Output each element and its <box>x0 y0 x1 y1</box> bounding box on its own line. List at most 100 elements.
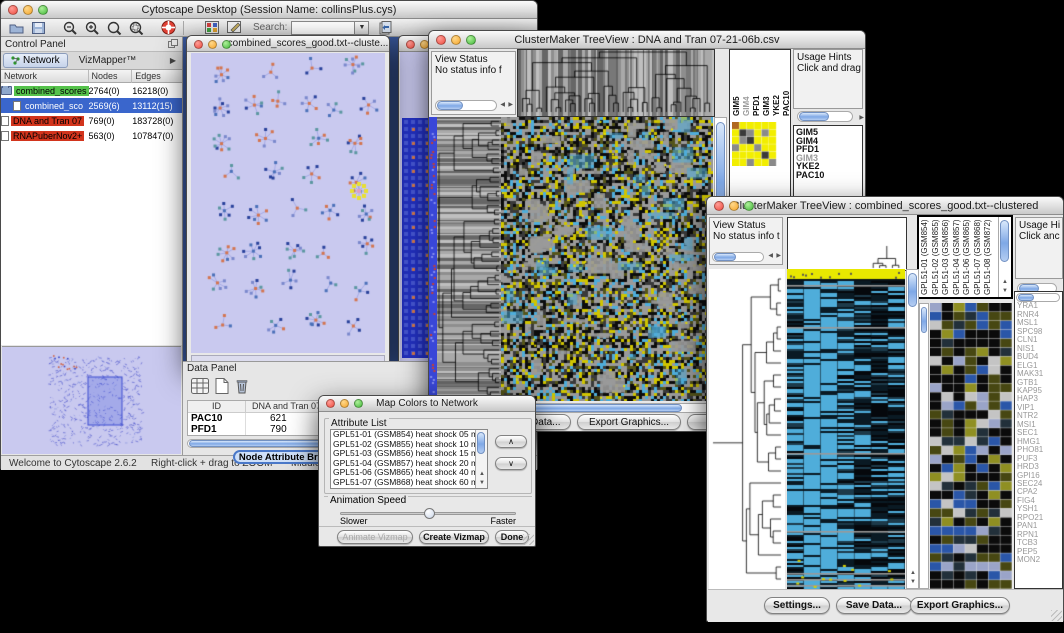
close-button[interactable] <box>714 201 724 211</box>
birds-eye-canvas[interactable] <box>2 347 181 454</box>
slider-thumb[interactable] <box>424 508 435 519</box>
network1-titlebar[interactable]: combined_scores_good.txt--cluste... <box>187 36 389 52</box>
cytoscape-titlebar[interactable]: Cytoscape Desktop (Session Name: collins… <box>1 1 537 19</box>
tab-network[interactable]: Network <box>3 53 68 68</box>
zoom-out-icon[interactable] <box>59 19 81 37</box>
resize-grip[interactable] <box>523 534 534 545</box>
create-vizmap-button[interactable]: Create Vizmap <box>419 530 489 544</box>
help-ring-icon[interactable] <box>157 19 179 37</box>
tv2-save-data-button[interactable]: Save Data... <box>836 597 912 614</box>
zoom-button[interactable] <box>354 399 363 408</box>
tv2-zoom-heatmap[interactable] <box>930 303 1012 589</box>
gene-list-hscrollbar[interactable] <box>1016 293 1060 302</box>
zoom-button[interactable] <box>744 201 754 211</box>
tv1-column-label[interactable]: PFD1 <box>752 50 762 116</box>
import-icon[interactable] <box>375 19 397 37</box>
tab-overflow-arrow[interactable]: ▶ <box>170 56 180 65</box>
resize-grip[interactable] <box>1051 610 1062 621</box>
tv2-status-scrollbar[interactable] <box>712 252 764 262</box>
tv1-row-label[interactable]: PAC10 <box>796 171 862 180</box>
tv1-usage-scrollbar[interactable]: ▶ <box>797 111 853 122</box>
zoom-button[interactable] <box>38 5 48 15</box>
treeview1-titlebar[interactable]: ClusterMaker TreeView : DNA and Tran 07-… <box>429 31 865 49</box>
tab-vizmapper[interactable]: VizMapper™ <box>72 54 144 67</box>
close-button[interactable] <box>406 40 415 49</box>
tv2-labels-vscrollbar[interactable]: ▲ ▼ <box>998 217 1011 297</box>
zoom-button[interactable] <box>466 35 476 45</box>
network-table-row[interactable]: combined_scores 2764(0) 16218(0) <box>1 83 182 98</box>
gene-label[interactable]: MON2 <box>1017 556 1062 564</box>
tv2-row-dendrogram[interactable] <box>709 269 785 589</box>
tv1-row-dendrogram[interactable] <box>437 117 501 401</box>
zoom-in-icon[interactable] <box>81 19 103 37</box>
close-button[interactable] <box>194 40 203 49</box>
new-attribute-icon[interactable] <box>215 378 229 399</box>
tv1-mini-heatmap[interactable] <box>732 122 777 166</box>
tv2-column-label[interactable]: GPL51-01 (GSM854) <box>920 217 931 295</box>
tv2-column-label[interactable]: GPL51-07 (GSM868) <box>973 217 984 295</box>
tv2-export-graphics-button[interactable]: Export Graphics... <box>910 597 1010 614</box>
network-table-row[interactable]: DNA and Tran 07 769(0) 183728(0) <box>1 113 182 128</box>
tv2-heatmap[interactable] <box>787 269 905 589</box>
network-table-row[interactable]: combined_sco 2569(6) 13112(15) <box>1 98 182 113</box>
id-column-header[interactable]: ID <box>188 401 246 412</box>
attribute-list-item[interactable]: GPL51-07 (GSM868) heat shock 60 min <box>331 478 487 488</box>
zoom-fit-icon[interactable] <box>103 19 125 37</box>
minimize-button[interactable] <box>23 5 33 15</box>
move-down-button[interactable]: ∨ <box>495 457 527 470</box>
tv2-column-dendrogram[interactable] <box>787 217 907 271</box>
close-button[interactable] <box>326 399 335 408</box>
open-folder-icon[interactable] <box>5 19 27 37</box>
tv2-column-label[interactable]: GPL51-06 (GSM865) <box>962 217 973 295</box>
view-status-scrollbar[interactable] <box>435 100 497 111</box>
animate-vizmap-button[interactable]: Animate Vizmap <box>337 530 413 544</box>
tv2-column-label[interactable]: GPL51-03 (GSM856) <box>941 217 952 295</box>
scroll-right-arrow[interactable]: ▶ <box>859 113 864 123</box>
zoom-region-icon[interactable] <box>125 19 147 37</box>
attribute-table-icon[interactable] <box>191 378 209 399</box>
birds-eye-view[interactable] <box>2 346 181 454</box>
move-up-button[interactable]: ∧ <box>495 435 527 448</box>
tv1-column-label[interactable]: GIM3 <box>762 50 772 116</box>
tv1-column-label[interactable]: PAC10 <box>782 50 792 116</box>
network-table-row[interactable]: RNAPuberNov2+ 563(0) 107847(0) <box>1 128 182 143</box>
network-canvas[interactable] <box>191 53 385 353</box>
tv2-vscrollbar[interactable]: ▲ ▼ <box>906 269 919 589</box>
search-dropdown-button[interactable]: ▼ <box>355 21 369 35</box>
tv1-column-label[interactable]: GIM4 <box>742 50 752 116</box>
scroll-down-arrow[interactable]: ▼ <box>910 577 916 587</box>
minimize-button[interactable] <box>729 201 739 211</box>
minimize-button[interactable] <box>208 40 217 49</box>
close-button[interactable] <box>436 35 446 45</box>
vizmapper-icon[interactable] <box>201 19 223 37</box>
float-panel-icon[interactable] <box>168 35 178 53</box>
scroll-right-arrow[interactable]: ▶ <box>776 251 781 261</box>
annotation-icon[interactable] <box>223 19 245 37</box>
save-icon[interactable] <box>27 19 49 37</box>
scroll-down-arrow[interactable]: ▼ <box>479 478 485 488</box>
tv1-heatmap[interactable] <box>501 117 713 401</box>
close-button[interactable] <box>8 5 18 15</box>
tv1-export-graphics-button[interactable]: Export Graphics... <box>577 414 681 430</box>
tv2-column-label[interactable]: GPL51-08 (GSM872) <box>983 217 994 295</box>
tv1-column-dendrogram[interactable] <box>517 49 715 117</box>
delete-attribute-icon[interactable] <box>235 378 249 399</box>
scroll-left-arrow[interactable]: ◀ <box>500 100 505 110</box>
zoom-button[interactable] <box>222 40 231 49</box>
minimize-button[interactable] <box>340 399 349 408</box>
tv2-column-label[interactable]: GPL51-04 (GSM857) <box>952 217 963 295</box>
treeview2-titlebar[interactable]: ClusterMaker TreeView : combined_scores_… <box>707 197 1063 215</box>
attribute-list-scrollbar[interactable]: ▲ ▼ <box>475 430 487 488</box>
tv1-column-label[interactable]: GIM5 <box>732 50 742 116</box>
scroll-left-arrow[interactable]: ◀ <box>768 251 773 261</box>
tv2-mini-vscrollbar[interactable] <box>919 303 929 589</box>
tv2-settings-button[interactable]: Settings... <box>764 597 830 614</box>
tv1-global-strip[interactable] <box>429 117 437 401</box>
minimize-button[interactable] <box>451 35 461 45</box>
scroll-right-arrow[interactable]: ▶ <box>508 100 513 110</box>
tv2-column-label[interactable]: GPL51-02 (GSM855) <box>931 217 942 295</box>
map-colors-titlebar[interactable]: Map Colors to Network <box>319 396 535 412</box>
search-input[interactable] <box>291 21 355 35</box>
scroll-down-arrow[interactable]: ▼ <box>1002 286 1008 296</box>
tv1-column-label[interactable]: YKE2 <box>772 50 782 116</box>
